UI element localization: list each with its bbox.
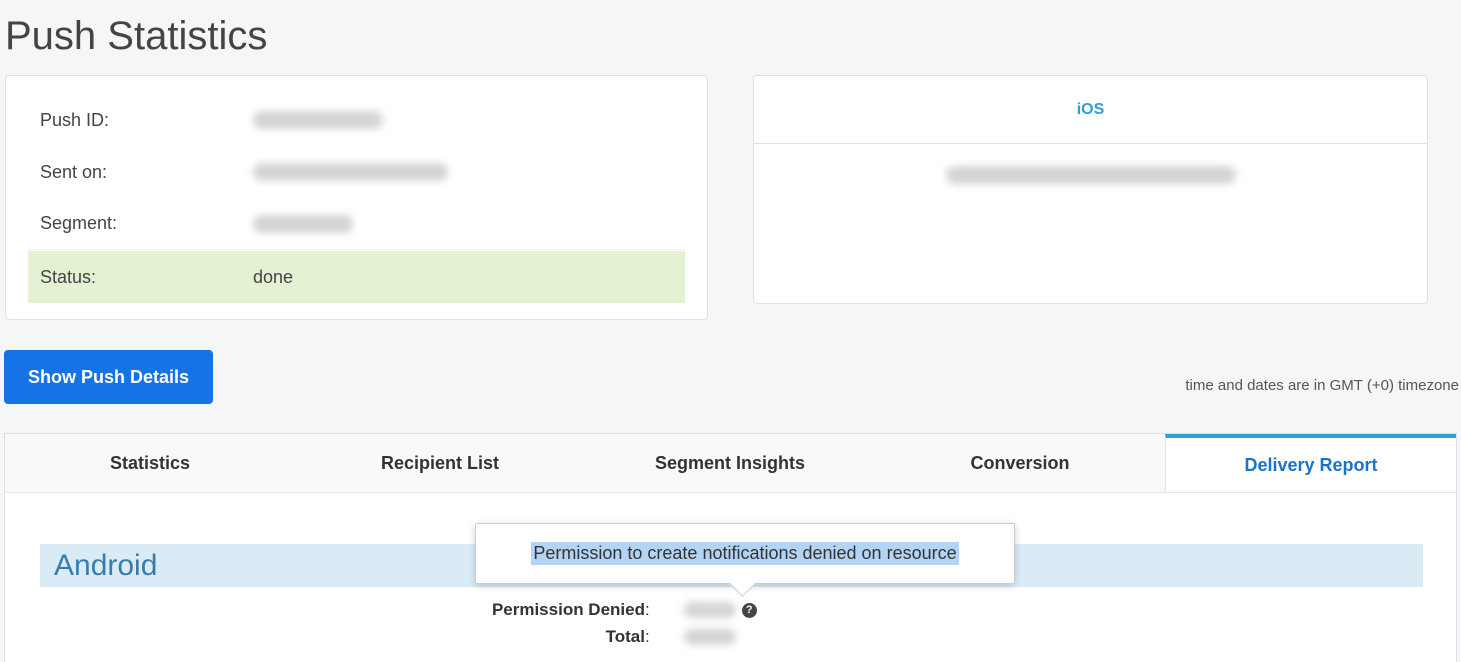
page-title: Push Statistics [5, 14, 268, 58]
total-label: Total [605, 627, 645, 646]
status-row: Status: done [28, 251, 685, 303]
push-info-card: Push ID: Sent on: Segment: Status: done [5, 75, 708, 320]
segment-value-redacted [253, 214, 353, 233]
tooltip-text: Permission to create notifications denie… [531, 542, 959, 565]
timezone-note: time and dates are in GMT (+0) timezone [1185, 377, 1459, 394]
ios-app-id-redacted [945, 166, 1236, 184]
tab-conversion[interactable]: Conversion [875, 434, 1165, 492]
sent-on-row: Sent on: [28, 146, 685, 198]
ios-card-body [754, 144, 1427, 184]
tab-recipient-list[interactable]: Recipient List [295, 434, 585, 492]
sent-on-label: Sent on: [40, 161, 108, 182]
permission-denied-value-redacted [683, 602, 736, 618]
permission-denied-colon: : [645, 600, 650, 619]
status-value: done [253, 266, 294, 287]
help-icon[interactable]: ? [741, 602, 757, 618]
ios-platform-card: iOS [753, 75, 1428, 304]
tab-statistics[interactable]: Statistics [5, 434, 295, 492]
segment-row: Segment: [28, 198, 685, 250]
tab-bar: Statistics Recipient List Segment Insigh… [5, 434, 1456, 493]
total-colon: : [645, 627, 650, 646]
permission-denied-label: Permission Denied [491, 600, 645, 619]
push-id-label: Push ID: [40, 109, 110, 130]
android-section-title: Android [54, 549, 158, 582]
tab-segment-insights[interactable]: Segment Insights [585, 434, 875, 492]
total-value-redacted [683, 629, 736, 645]
ios-card-header: iOS [754, 76, 1427, 144]
show-push-details-button[interactable]: Show Push Details [4, 350, 213, 404]
sent-on-value-redacted [253, 163, 448, 181]
status-label: Status: [40, 266, 97, 287]
push-id-row: Push ID: [28, 94, 685, 146]
tab-delivery-report[interactable]: Delivery Report [1165, 434, 1456, 492]
total-row: Total: [445, 627, 736, 647]
ios-label: iOS [1076, 100, 1105, 118]
permission-tooltip: Permission to create notifications denie… [475, 523, 1015, 584]
segment-label: Segment: [40, 213, 118, 233]
push-id-value-redacted [253, 111, 383, 129]
permission-denied-row: Permission Denied: ? [445, 600, 757, 620]
